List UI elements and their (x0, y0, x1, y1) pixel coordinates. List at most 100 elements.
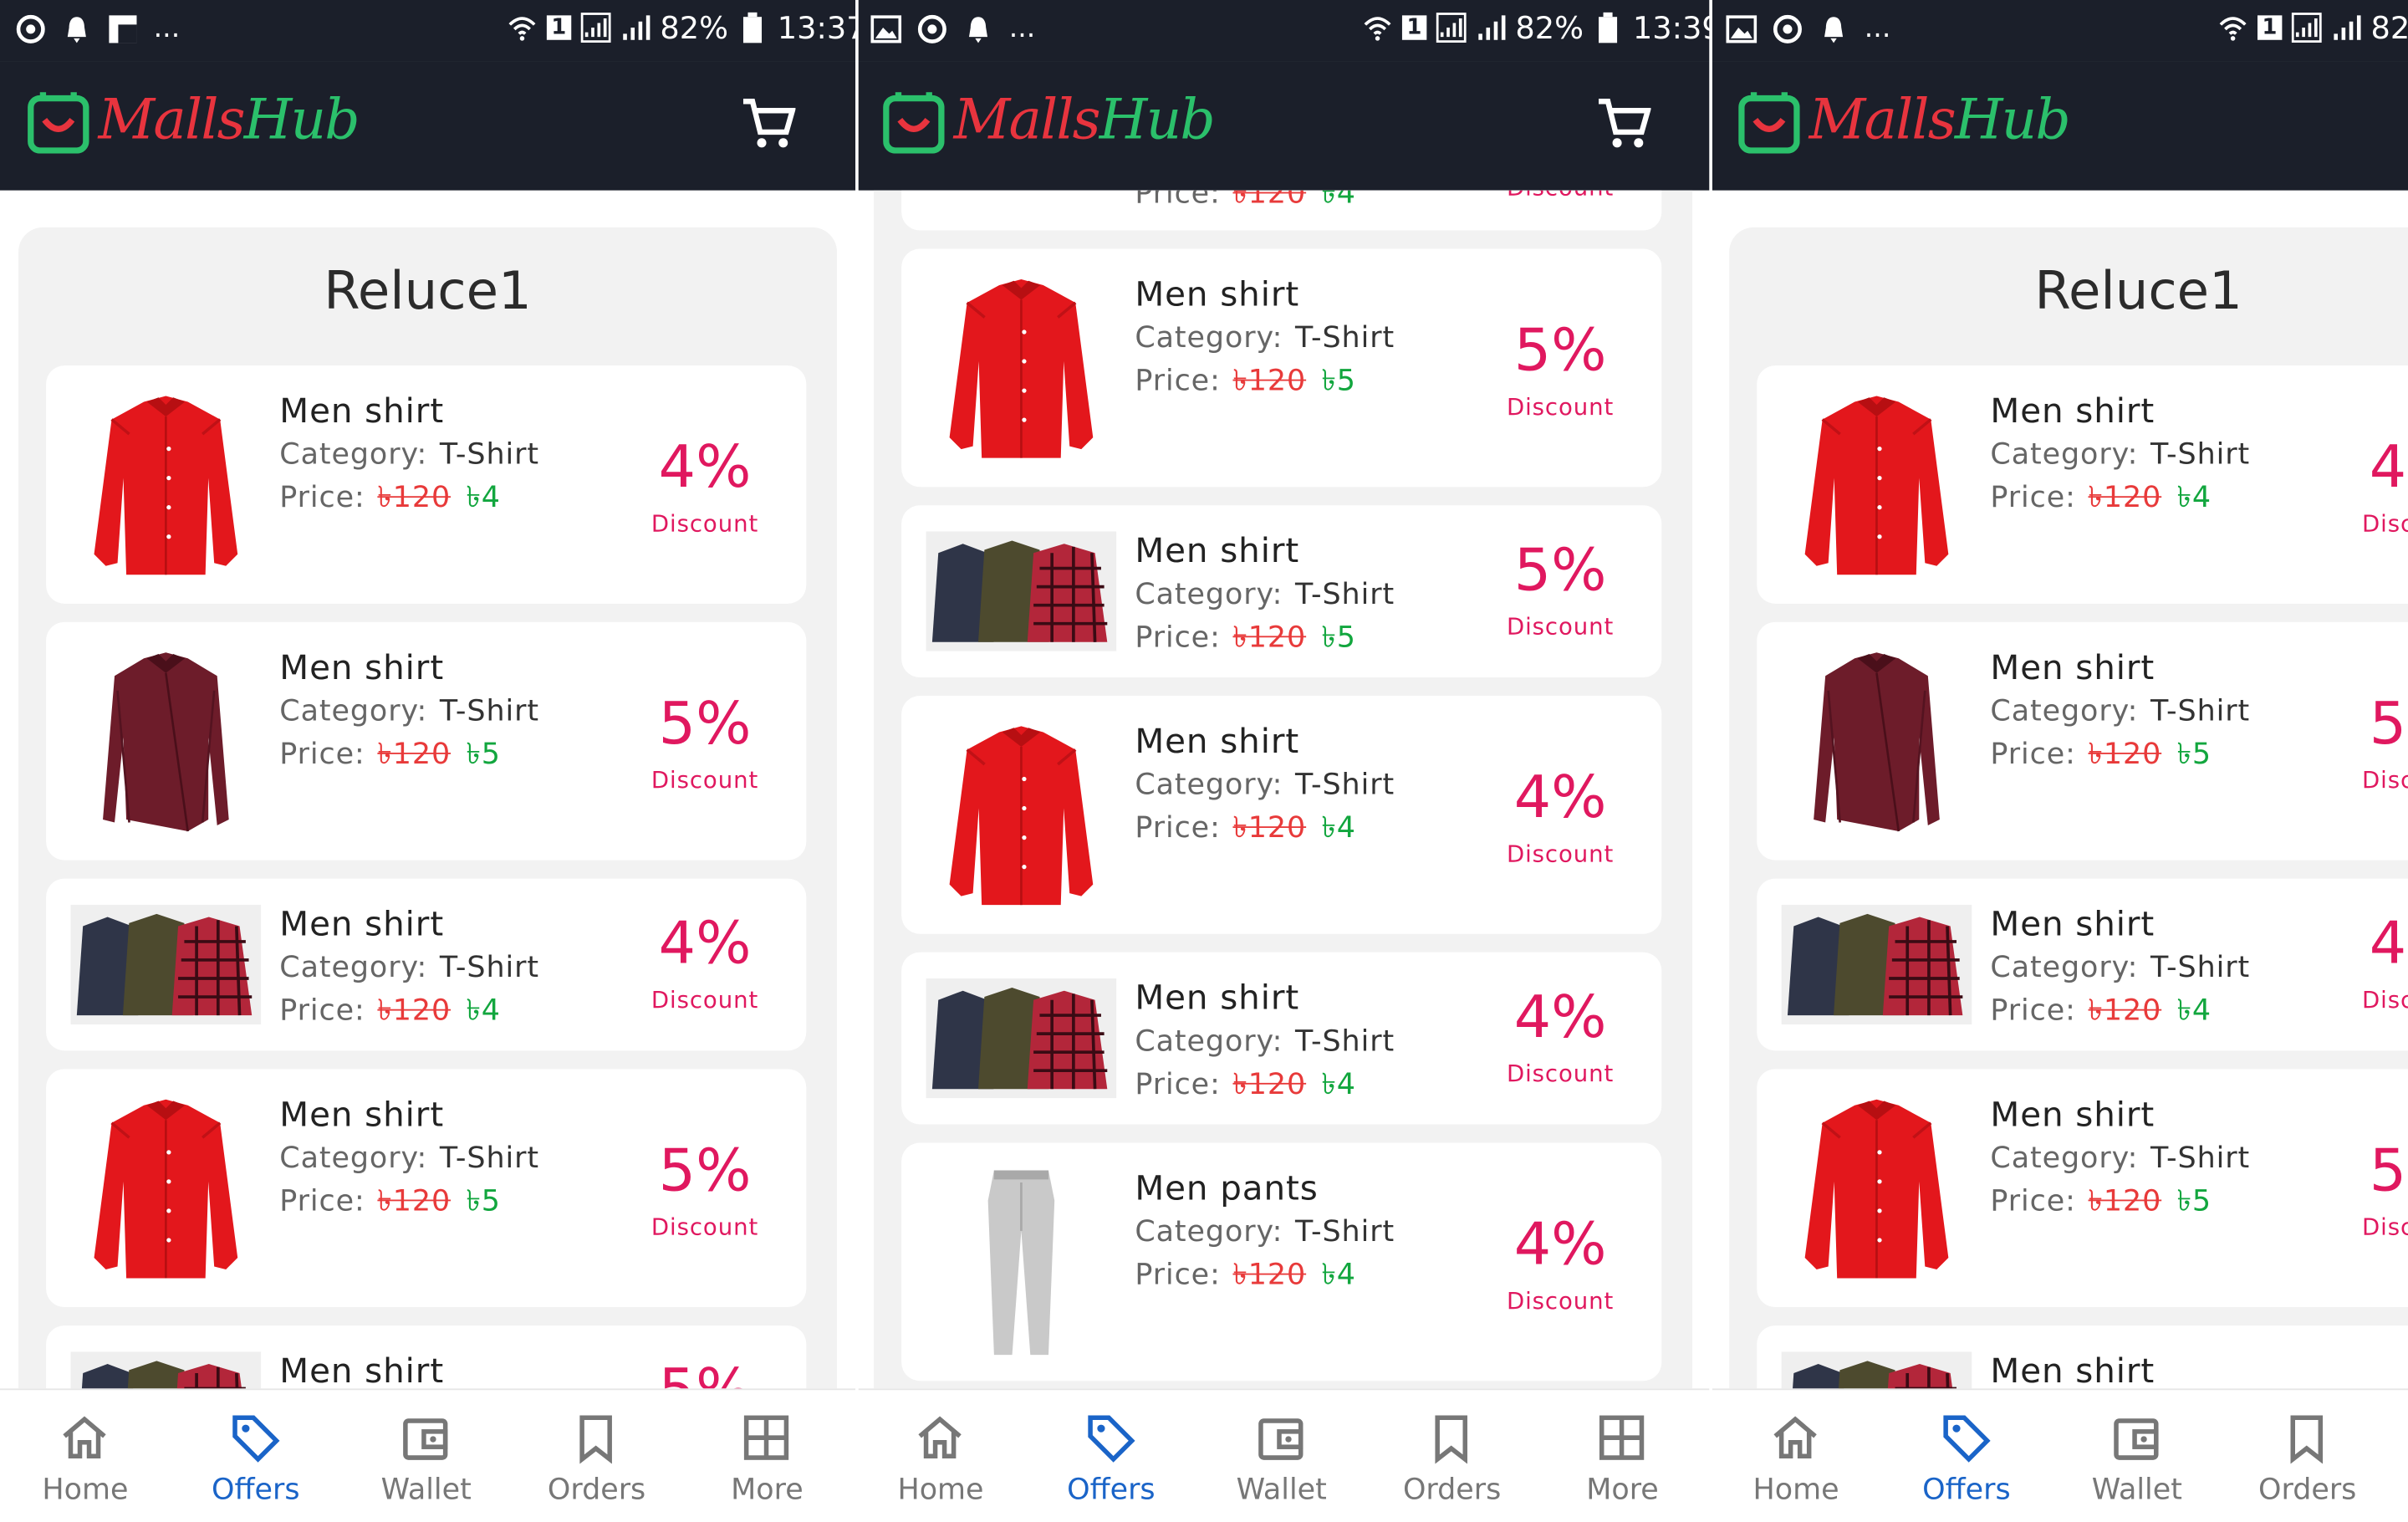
nav-more[interactable]: More (682, 1390, 853, 1520)
nav-wallet[interactable]: Wallet (341, 1390, 512, 1520)
nav-offers[interactable]: Offers (1881, 1390, 2052, 1520)
product-price: Price: ৳120 ৳5 (279, 737, 501, 772)
nav-home[interactable]: Home (1711, 1390, 1881, 1520)
offers-list[interactable]: Price:৳120৳4 Discount Men shirt Category… (855, 190, 1712, 1389)
red-shirt-image (92, 394, 240, 577)
product-price: Price: ৳120 ৳5 (1990, 737, 2212, 772)
nav-offers[interactable]: Offers (1026, 1390, 1196, 1520)
cart-icon[interactable] (1595, 95, 1651, 151)
offers-list[interactable]: Reluce1 Men shirt Category: T-Shirt Price… (1711, 190, 2408, 1389)
product-name: Men shirt (1990, 1096, 2155, 1136)
product-price: Price: ৳120 ৳4 (1135, 1258, 1356, 1292)
product-card[interactable]: Men shirt 5% (46, 1325, 807, 1389)
product-category: Category: T-Shirt (1135, 768, 1395, 802)
status-more: ... (1864, 12, 1891, 45)
product-card[interactable]: Men shirt Category: T-Shirt Price: ৳120 ৳4 … (46, 365, 807, 604)
tag-icon (1943, 1415, 1991, 1463)
nav-wallet[interactable]: Wallet (1196, 1390, 1367, 1520)
screen-divider (855, 0, 859, 1521)
product-card[interactable]: Men shirt Category: T-Shirt Price: ৳120 ৳5 … (1757, 1069, 2408, 1308)
product-name: Men shirt (279, 1096, 445, 1136)
product-name: Men pants (1135, 1170, 1319, 1209)
product-card[interactable]: Men shirt (1757, 1325, 2408, 1389)
product-name: Men shirt (1990, 393, 2155, 432)
nav-orders[interactable]: Orders (512, 1390, 682, 1520)
product-name: Men shirt (1135, 533, 1300, 572)
product-price: Price: ৳120 ৳5 (1135, 364, 1356, 398)
discount-label: Discount (2362, 1213, 2408, 1242)
battery-icon (743, 12, 763, 43)
jackets-image (926, 978, 1117, 1099)
home-icon (1773, 1416, 1817, 1458)
bottom-navigation: Home Offers Wallet Orders More (0, 1388, 856, 1521)
grid-icon (743, 1415, 789, 1460)
product-card[interactable]: Men shirt Category: T-Shirt Price: ৳120 ৳4 … (1757, 365, 2408, 604)
jackets-image (1781, 1351, 1972, 1389)
screen-divider (1709, 0, 1712, 1521)
nav-wallet[interactable]: Wallet (2052, 1390, 2222, 1520)
nav-more[interactable]: More (1538, 1390, 1708, 1520)
discount-label: Discount (1506, 1287, 1615, 1315)
product-category: Category: T-Shirt (1135, 1214, 1395, 1249)
battery-percent: 82 (2370, 9, 2408, 47)
product-card[interactable]: Men shirt Category: T-Shirt Price: ৳120 ৳5 … (46, 621, 807, 861)
product-card[interactable]: Men shirt Category: T-Shirt Price: ৳120 ৳4 … (1757, 878, 2408, 1051)
nav-home[interactable]: Home (855, 1390, 1026, 1520)
product-category: Category: T-Shirt (1135, 577, 1395, 612)
gallery-icon (870, 14, 902, 43)
status-time: 13:37 (777, 9, 855, 47)
product-card[interactable]: Men shirt Category: T-Shirt Price: ৳120 ৳4 … (901, 696, 1662, 934)
bottom-navigation: Home Offers Wallet Orders More (855, 1388, 1712, 1521)
product-name: Men shirt (279, 906, 445, 945)
screenshot-stage: ... 1 82% 13:37 MallsHub Reluce1 (0, 0, 2408, 1521)
product-name: Men shirt (279, 649, 445, 688)
jackets-image (926, 531, 1117, 651)
discount-percent: 5% (658, 1136, 752, 1205)
discount-label: Discount (650, 509, 759, 538)
nav-orders[interactable]: Orders (1367, 1390, 1538, 1520)
nav-orders[interactable]: Orders (2222, 1390, 2393, 1520)
app-logo[interactable]: MallsHub (28, 86, 360, 154)
product-card[interactable]: Men shirt Category: T-Shirt Price: ৳120 ৳5 … (901, 248, 1662, 488)
bell-icon (968, 16, 988, 43)
flipboard-icon (109, 14, 137, 43)
battery-icon (1599, 12, 1618, 43)
product-price: Price: ৳120 ৳5 (279, 1184, 501, 1218)
sim-badge: 1 (2258, 15, 2282, 40)
battery-percent: 82% (1515, 9, 1584, 47)
nav-home[interactable]: Home (0, 1390, 171, 1520)
product-card[interactable]: Men shirt Category: T-Shirt Price: ৳120 ৳4 … (46, 878, 807, 1051)
sync-icon (1773, 13, 1802, 43)
nav-offers[interactable]: Offers (171, 1390, 341, 1520)
discount-percent: 5% (1513, 536, 1607, 604)
red-shirt-image (1803, 1097, 1951, 1280)
product-name: Men shirt (279, 1353, 445, 1389)
app-bar: MallsHub (0, 61, 856, 191)
cart-icon[interactable] (740, 95, 796, 151)
product-price: Price: ৳120 ৳4 (1135, 1067, 1356, 1101)
product-price: Price: ৳120 ৳4 (279, 993, 501, 1028)
tag-icon (232, 1415, 280, 1463)
product-category: Category: T-Shirt (279, 694, 540, 728)
discount-label: Discount (1506, 393, 1615, 421)
product-card[interactable]: Men shirt Category: T-Shirt Price: ৳120 ৳5 … (901, 505, 1662, 678)
sim-badge: 1 (546, 15, 571, 40)
product-card[interactable]: Price:৳120৳4 Discount (901, 190, 1662, 231)
product-card[interactable]: Men shirt Category: T-Shirt Price: ৳120 ৳5 … (1757, 621, 2408, 861)
offers-list[interactable]: Reluce1 Men shirt Category: T-Shirt Price… (0, 190, 856, 1389)
red-shirt-image (92, 1097, 240, 1280)
discount-label: Discount (2362, 509, 2408, 538)
product-card[interactable]: Men shirt Category: T-Shirt Price: ৳120 ৳5 … (46, 1069, 807, 1308)
app-logo[interactable]: MallsHub (1738, 86, 2071, 154)
shopping-bag-logo-icon (1738, 92, 1800, 154)
sync-icon (16, 13, 45, 43)
product-card[interactable]: Men shirt Category: T-Shirt Price: ৳120 ৳4 … (901, 952, 1662, 1125)
discount-label: Discount (1506, 840, 1615, 868)
red-shirt-image (947, 724, 1095, 907)
product-category: Category: T-Shirt (1990, 950, 2251, 985)
jackets-image (70, 1351, 262, 1389)
battery-percent: 82% (660, 9, 728, 47)
product-card[interactable]: Men pants Category: T-Shirt Price: ৳120 ৳4 … (901, 1142, 1662, 1382)
app-logo[interactable]: MallsHub (883, 86, 1216, 154)
wifi-icon (2219, 17, 2247, 41)
